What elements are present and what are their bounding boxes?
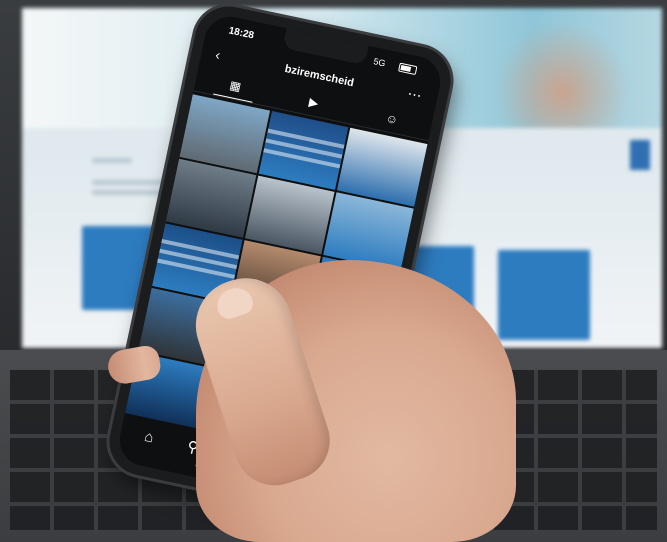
notch [282,28,369,66]
battery-icon [398,62,418,76]
website-card-icon [498,250,590,340]
hero-person [482,8,642,128]
status-network: 5G [372,56,387,69]
blurred-text [92,158,132,163]
home-icon[interactable]: ⌂ [143,428,155,447]
side-badge [630,140,650,170]
thumbnail [213,283,256,322]
status-time: 18:28 [227,25,255,42]
